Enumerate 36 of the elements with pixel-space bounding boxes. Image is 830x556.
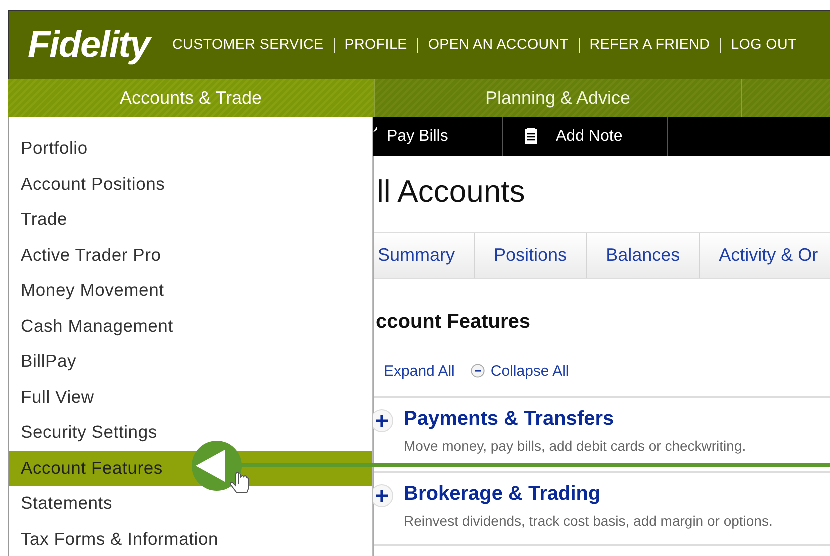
plus-circle-icon[interactable] — [370, 409, 394, 433]
menu-item[interactable]: Statements — [9, 486, 372, 522]
header-link[interactable]: CUSTOMER SERVICE — [172, 37, 324, 53]
feature-link[interactable]: Payments & Transfers — [404, 408, 746, 431]
plus-circle-icon[interactable] — [370, 484, 394, 508]
toolbar-button[interactable]: Add Note — [503, 117, 668, 156]
menu-item[interactable]: Money Movement — [9, 273, 372, 308]
page-title: ll Accounts — [377, 174, 526, 210]
account-tab[interactable]: Positions — [475, 233, 588, 278]
toolbar-button[interactable]: Pay Bills — [373, 117, 503, 156]
header-link[interactable]: LOG OUT — [731, 37, 797, 53]
notepad-icon — [525, 128, 538, 145]
feature-link[interactable]: Brokerage & Trading — [404, 483, 773, 506]
menu-item[interactable]: BillPay — [9, 344, 372, 380]
logo[interactable]: Fidelity — [28, 24, 150, 66]
header-link[interactable]: PROFILE — [344, 37, 408, 53]
menu-item[interactable]: Active Trader Pro — [9, 238, 372, 273]
menu-item[interactable]: Cash Management — [9, 308, 372, 344]
expand-all-link[interactable]: Expand All — [384, 362, 455, 380]
menu-item[interactable]: Full View — [9, 380, 372, 415]
menu-item[interactable]: Portfolio — [9, 131, 372, 166]
menu-item[interactable]: Account Positions — [9, 166, 372, 202]
section-heading: ccount Features — [376, 311, 532, 334]
header-link[interactable]: OPEN AN ACCOUNT — [428, 37, 569, 53]
header-link[interactable]: REFER A FRIEND — [590, 37, 710, 53]
hand-cursor-icon — [230, 472, 250, 494]
menu-item[interactable]: Tax Forms & Information — [9, 522, 372, 556]
menu-item[interactable]: Security Settings — [9, 415, 372, 450]
account-tab[interactable]: Balances — [587, 233, 700, 278]
menu-item[interactable]: Trade — [9, 202, 372, 238]
account-tab[interactable]: Summary — [374, 233, 476, 278]
feature-description: Move money, pay bills, add debit cards or checkwriting. — [404, 438, 746, 454]
account-tab[interactable]: Activity & Or — [700, 233, 830, 278]
collapse-all-link[interactable]: Collapse All — [470, 362, 570, 380]
minus-circle-icon — [470, 364, 485, 378]
feature-description: Reinvest dividends, track cost basis, add margin or options. — [404, 513, 773, 529]
